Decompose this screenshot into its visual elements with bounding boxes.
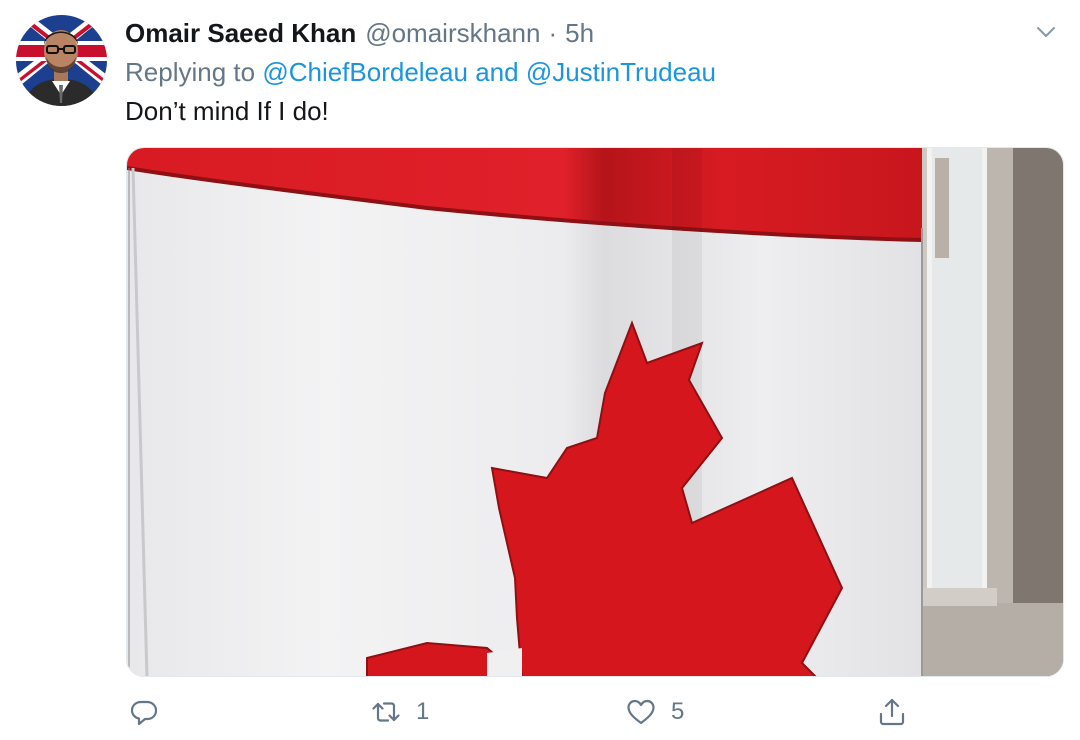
display-name[interactable]: Omair Saeed Khan (125, 16, 356, 50)
share-button[interactable] (876, 692, 908, 732)
separator-dot: · (548, 18, 558, 48)
avatar-image (16, 15, 107, 106)
user-handle[interactable]: @omairskhann (365, 16, 540, 50)
tweet-card: Omair Saeed Khan @omairskhann · 5h Reply… (0, 0, 1080, 740)
retweet-button[interactable]: 1 (370, 692, 429, 732)
avatar[interactable] (16, 15, 107, 106)
tweet-actions: 1 5 (0, 692, 1080, 732)
timestamp[interactable]: 5h (565, 16, 594, 50)
tweet-media[interactable] (126, 147, 1064, 677)
reply-button[interactable] (128, 692, 160, 732)
replying-to-label: Replying to (125, 57, 256, 87)
mention-link-chiefbordeleau[interactable]: @ChiefBordeleau (262, 57, 468, 87)
tweet-text: Don’t mind If I do! (125, 96, 329, 126)
reply-icon (130, 700, 158, 726)
replying-to-conjunction: and (475, 57, 519, 87)
canada-flag-photo (127, 148, 1063, 676)
retweet-icon (372, 702, 400, 722)
chevron-down-icon[interactable] (1034, 20, 1058, 44)
retweet-count: 1 (416, 698, 430, 725)
like-button[interactable]: 5 (625, 692, 684, 732)
share-icon (879, 698, 905, 726)
tweet-header: Omair Saeed Khan @omairskhann · 5h (125, 16, 594, 50)
heart-icon (627, 699, 655, 725)
mention-link-justintrudeau[interactable]: @JustinTrudeau (526, 57, 716, 87)
replying-to: Replying to @ChiefBordeleau and @JustinT… (125, 55, 716, 89)
like-count: 5 (671, 698, 685, 725)
